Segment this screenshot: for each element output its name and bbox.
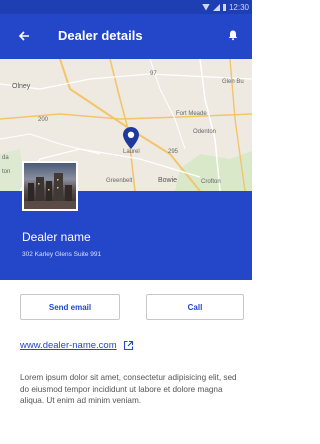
- map-label-bowie: Bowie: [158, 177, 178, 184]
- dealer-photo: [22, 161, 78, 211]
- send-email-button[interactable]: Send email: [20, 294, 120, 320]
- map-label-crofton: Crofton: [201, 179, 221, 185]
- arrow-back-icon: [18, 31, 29, 41]
- back-button[interactable]: [10, 22, 38, 50]
- map-label-laurel: Laurel: [123, 149, 140, 155]
- bell-icon: [228, 30, 238, 41]
- page-title: Dealer details: [58, 28, 143, 43]
- map-label-da: da: [2, 155, 9, 161]
- app-bar: Dealer details: [0, 14, 252, 59]
- map-label-fort-meade: Fort Meade: [176, 111, 207, 117]
- website-row: www.dealer-name.com: [20, 340, 134, 351]
- map-label-ton: ton: [2, 169, 11, 175]
- dealer-address: 302 Karley Glens Suite 991: [22, 251, 102, 258]
- battery-icon: [222, 3, 226, 11]
- map-pin-icon[interactable]: [123, 127, 139, 149]
- dealer-name: Dealer name: [22, 230, 91, 244]
- dealer-photo-image: [24, 173, 76, 209]
- website-link[interactable]: www.dealer-name.com: [20, 340, 117, 351]
- notifications-button[interactable]: [222, 24, 244, 46]
- map-label-route-200: 200: [38, 117, 49, 123]
- wifi-icon: [201, 3, 210, 11]
- signal-icon: [212, 3, 220, 11]
- open-in-new-icon[interactable]: [123, 340, 134, 351]
- status-time: 12:30: [228, 2, 249, 12]
- status-bar: 12:30: [0, 0, 252, 14]
- call-button[interactable]: Call: [146, 294, 244, 320]
- dealer-description: Lorem ipsum dolor sit amet, consectetur …: [20, 373, 237, 405]
- map-label-route-97: 97: [150, 71, 157, 77]
- map-label-odenton: Odenton: [193, 129, 217, 135]
- map-label-route-295: 295: [168, 149, 179, 155]
- map-label-greenbelt: Greenbelt: [106, 178, 133, 184]
- map-label-olney: Olney: [12, 83, 31, 90]
- map-label-glen-burnie: Glen Bu: [222, 79, 244, 85]
